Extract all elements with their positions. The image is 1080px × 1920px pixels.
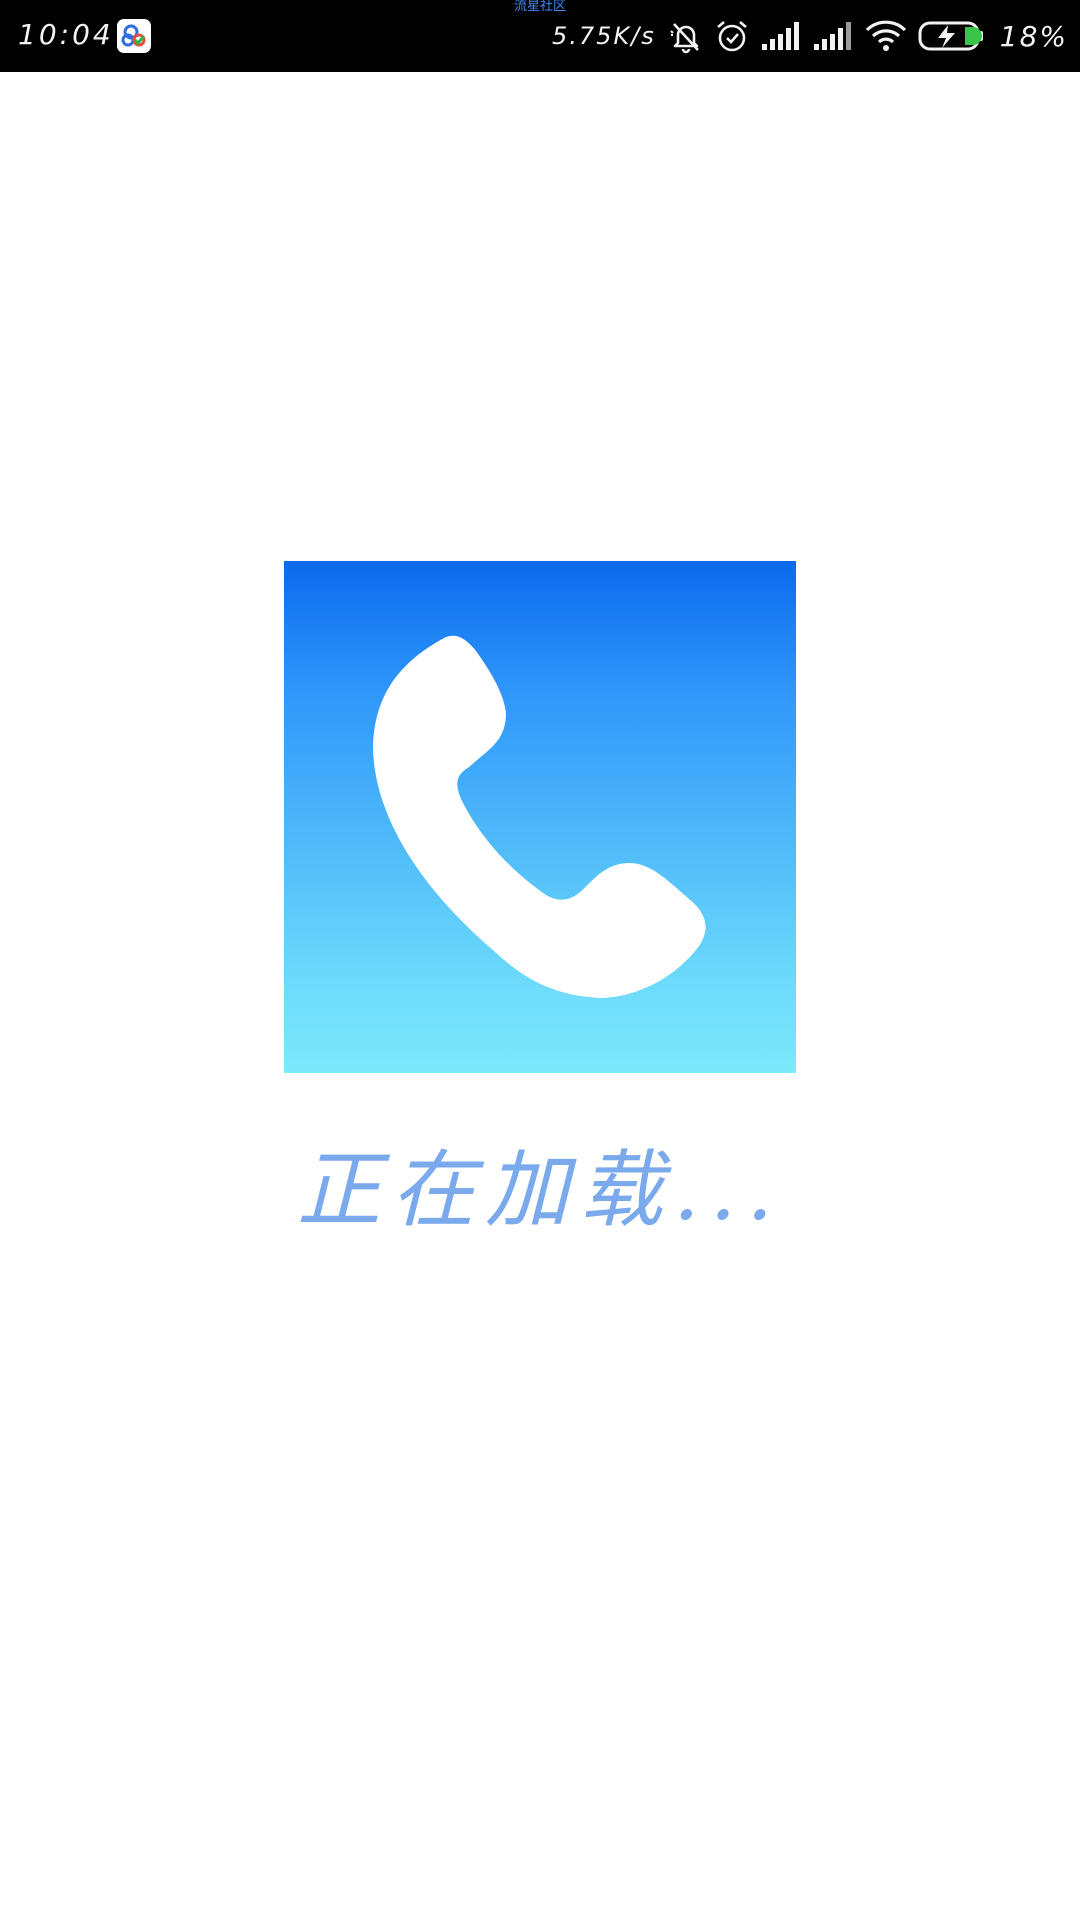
- net-speed: 5.75K/s: [552, 22, 656, 50]
- alarm-clock-icon: [716, 21, 747, 52]
- status-watermark: 流星社区: [513, 0, 566, 14]
- battery-percent: 18%: [999, 19, 1068, 53]
- signal-bars-icon: [813, 22, 851, 50]
- status-time: 10:04: [18, 18, 114, 51]
- signal-bars-icon: [761, 22, 799, 50]
- phone-handset-icon: [373, 635, 706, 998]
- baidu-cloud-icon: [117, 19, 151, 53]
- status-icons: 5.75K/s 18%: [552, 14, 1068, 58]
- loading-text: 正在加载...: [296, 1141, 784, 1239]
- wifi-icon: [865, 20, 906, 51]
- battery-charging-icon: [918, 21, 983, 51]
- bell-off-icon: [670, 23, 699, 54]
- status-bar: 流星社区 10:04 5.75K/s 18%: [0, 0, 1080, 72]
- app-logo: [284, 561, 796, 1073]
